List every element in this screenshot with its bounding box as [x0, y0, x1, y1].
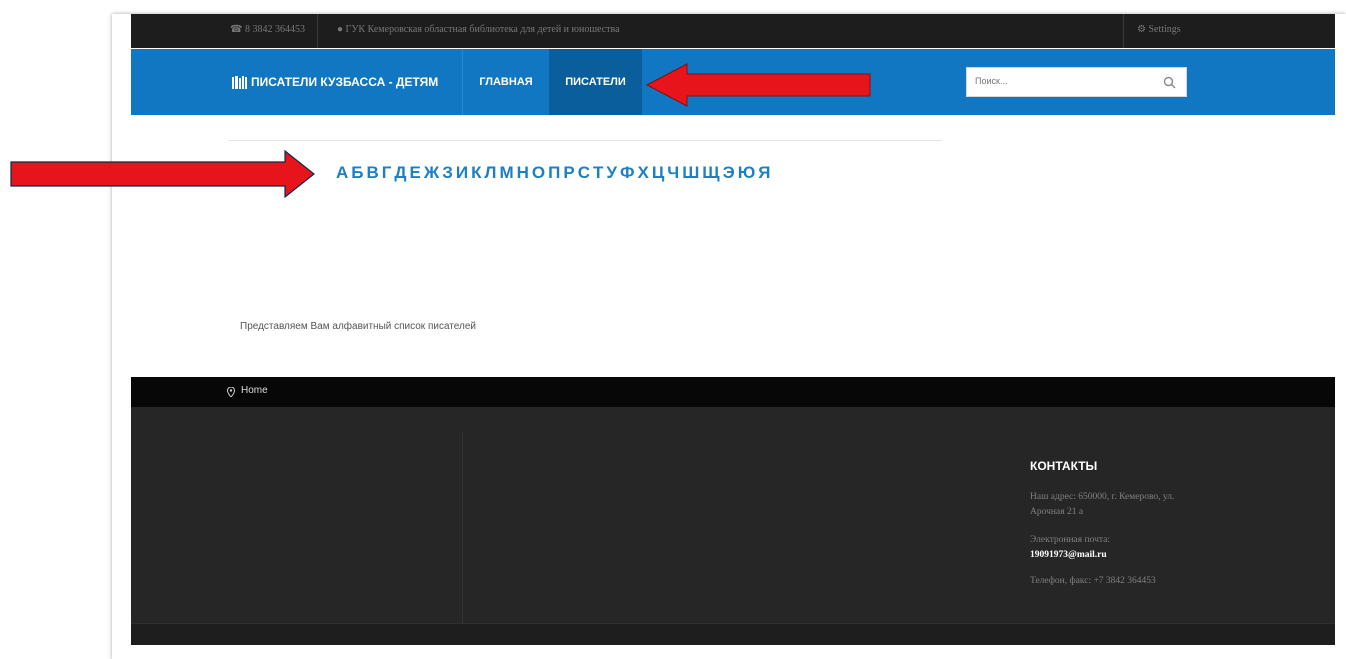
site-title: ПИСАТЕЛИ КУЗБАССА - ДЕТЯМ	[251, 75, 439, 89]
alphabet-letter-link[interactable]: Г	[382, 163, 393, 183]
settings-link[interactable]: ⚙ Settings	[1137, 24, 1181, 35]
alphabet-letter-link[interactable]: З	[442, 163, 454, 183]
alphabet-letter-link[interactable]: Т	[593, 163, 604, 183]
alphabet-letter-link[interactable]: Л	[485, 163, 498, 183]
alphabet-letter-link[interactable]: В	[367, 163, 380, 183]
alphabet-letter-link[interactable]: У	[606, 163, 618, 183]
alphabet-letter-link[interactable]: Е	[410, 163, 422, 183]
nav-item-writers[interactable]: ПИСАТЕЛИ	[549, 49, 642, 115]
alphabet-letter-link[interactable]: Д	[394, 163, 407, 183]
location-pin-icon	[227, 387, 235, 397]
alphabet-letter-link[interactable]: П	[548, 163, 561, 183]
alphabet-letter-link[interactable]: Ц	[652, 163, 665, 183]
search-box	[966, 67, 1187, 97]
breadcrumb-home-link[interactable]: Home	[241, 385, 268, 396]
topbar-phone: ☎ 8 3842 364453	[230, 24, 305, 35]
alphabet-letter-link[interactable]: Щ	[702, 163, 720, 183]
nav-item-home[interactable]: ГЛАВНАЯ	[463, 49, 549, 115]
alphabet-letter-link[interactable]: О	[532, 163, 546, 183]
alphabet-letter-link[interactable]: Э	[723, 163, 736, 183]
red-arrow-right	[10, 150, 315, 198]
alphabet-letter-link[interactable]: Р	[563, 163, 575, 183]
alphabet-letter-link[interactable]: Ф	[620, 163, 636, 183]
alphabet-letter-link[interactable]: С	[578, 163, 591, 183]
search-input[interactable]	[975, 76, 1155, 86]
topbar-divider	[317, 14, 318, 48]
contact-email-value[interactable]: 19091973@mail.ru	[1030, 550, 1107, 560]
footer-bottom-bar	[131, 623, 1335, 645]
alphabet-letter-link[interactable]: Б	[351, 163, 364, 183]
alphabet-letter-link[interactable]: Х	[637, 163, 649, 183]
content-divider	[228, 140, 942, 141]
top-info-bar: ☎ 8 3842 364453 ● ГУК Кемеровская област…	[131, 14, 1335, 48]
alphabet-letter-link[interactable]: К	[471, 163, 482, 183]
red-arrow-left	[645, 63, 871, 107]
footer-column-separator	[462, 432, 463, 624]
contacts-heading: КОНТАКТЫ	[1030, 459, 1098, 473]
alphabet-letter-link[interactable]: М	[499, 163, 514, 183]
alphabet-letter-link[interactable]: Ш	[682, 163, 700, 183]
contact-phone: Телефон, факс: +7 3842 364453	[1030, 576, 1156, 586]
search-icon[interactable]	[1163, 76, 1176, 89]
alphabet-letter-link[interactable]: А	[336, 163, 349, 183]
topbar-library: ● ГУК Кемеровская областная библиотека д…	[337, 24, 620, 35]
alphabet-index: АБВГДЕЖЗИКЛМНОПРСТУФХЦЧШЩЭЮЯ	[336, 163, 771, 183]
alphabet-letter-link[interactable]: Ж	[424, 163, 440, 183]
intro-text: Представляем Вам алфавитный список писат…	[240, 321, 476, 332]
contact-email-label: Электронная почта:	[1030, 535, 1110, 545]
alphabet-letter-link[interactable]: Ч	[667, 163, 680, 183]
site-footer: КОНТАКТЫ Наш адрес: 650000, г. Кемерово,…	[131, 407, 1335, 645]
site-logo[interactable]: ПИСАТЕЛИ КУЗБАССА - ДЕТЯМ	[232, 75, 438, 89]
alphabet-letter-link[interactable]: Н	[517, 163, 530, 183]
topbar-divider	[1123, 14, 1124, 48]
alphabet-letter-link[interactable]: Я	[758, 163, 771, 183]
alphabet-letter-link[interactable]: И	[456, 163, 469, 183]
contact-address: Наш адрес: 650000, г. Кемерово, ул. Ароч…	[1030, 492, 1175, 517]
breadcrumb-bar: Home	[131, 377, 1335, 407]
contact-email[interactable]: 19091973@mail.ru	[1030, 548, 1200, 563]
alphabet-letter-link[interactable]: Ю	[738, 163, 757, 183]
books-icon	[232, 75, 247, 89]
